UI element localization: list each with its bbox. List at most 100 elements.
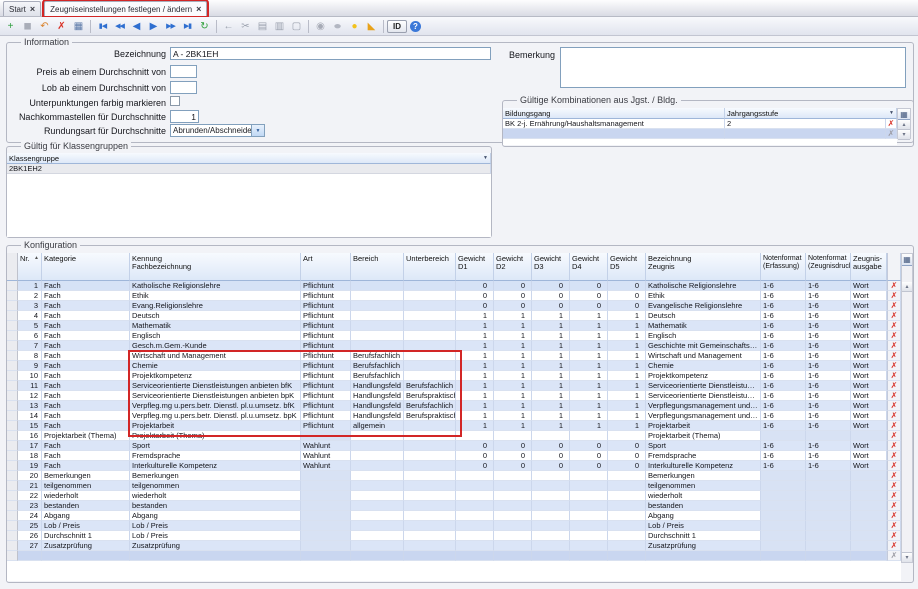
cell-g5[interactable]: 1 <box>608 421 646 431</box>
cell-art[interactable]: Pflichtunt <box>301 401 351 411</box>
row-handle[interactable] <box>7 451 18 461</box>
cell-nf_erf[interactable]: 1-6 <box>761 321 806 331</box>
cell-fach[interactable]: Zusatzprüfung <box>130 541 301 551</box>
cell-bez[interactable]: Katholische Religionslehre <box>646 281 761 291</box>
cell-g1[interactable] <box>456 481 494 491</box>
cell-unterbereich[interactable] <box>404 511 456 521</box>
cell-g4[interactable]: 0 <box>570 451 608 461</box>
cell-fach[interactable]: Serviceorientierte Dienstleistungen anbi… <box>130 381 301 391</box>
cell-bereich[interactable] <box>351 451 404 461</box>
cell-g4[interactable]: 1 <box>570 351 608 361</box>
cell-fach[interactable]: Ethik <box>130 291 301 301</box>
cell-nf_druck[interactable]: 1-6 <box>806 321 851 331</box>
last-record-icon[interactable]: ▶▮ <box>179 18 196 34</box>
cell-g2[interactable]: 0 <box>494 451 532 461</box>
cell-g5[interactable]: 1 <box>608 391 646 401</box>
column-header-bildungsgang[interactable]: Bildungsgang <box>503 108 725 119</box>
table-row[interactable]: 17FachSportWahlunt00000Sport1-61-6Wort✗ <box>7 441 901 451</box>
cell-nf_druck[interactable]: 1-6 <box>806 421 851 431</box>
cell-art[interactable]: Pflichtunt <box>301 301 351 311</box>
previous-record-icon[interactable]: ◀ <box>128 18 145 34</box>
cell-ausgabe[interactable]: Wort <box>851 441 887 451</box>
cell-g3[interactable] <box>532 551 570 561</box>
cell-ausgabe[interactable]: Wort <box>851 351 887 361</box>
cell-nr[interactable]: 14 <box>18 411 42 421</box>
copy-icon[interactable]: ▤ <box>254 18 271 34</box>
cell-g5[interactable] <box>608 511 646 521</box>
cell-g4[interactable]: 1 <box>570 371 608 381</box>
cell-nf_druck[interactable]: 1-6 <box>806 301 851 311</box>
delete-row-button[interactable]: ✗ <box>887 531 901 541</box>
cell-bereich[interactable] <box>351 291 404 301</box>
cell-nf_erf[interactable]: 1-6 <box>761 411 806 421</box>
row-handle[interactable] <box>7 411 18 421</box>
cell-g3[interactable] <box>532 511 570 521</box>
cell-nf_erf[interactable]: 1-6 <box>761 311 806 321</box>
cell-g2[interactable]: 1 <box>494 321 532 331</box>
cell-art[interactable]: Pflichtunt <box>301 391 351 401</box>
delete-row-button[interactable]: ✗ <box>887 471 901 481</box>
delete-row-button[interactable]: ✗ <box>887 481 901 491</box>
cell-fach[interactable]: Lob / Preis <box>130 521 301 531</box>
cell-nr[interactable]: 15 <box>18 421 42 431</box>
cell-nf_druck[interactable] <box>806 431 851 441</box>
cell-g5[interactable] <box>608 551 646 561</box>
cell-nf_erf[interactable]: 1-6 <box>761 391 806 401</box>
table-row[interactable]: 10FachProjektkompetenzPflichtuntBerufsfa… <box>7 371 901 381</box>
cell-unterbereich[interactable] <box>404 331 456 341</box>
cell-bez[interactable]: wiederholt <box>646 491 761 501</box>
cell-unterbereich[interactable] <box>404 321 456 331</box>
cell-bez[interactable]: Lob / Preis <box>646 521 761 531</box>
table-row[interactable]: 20BemerkungenBemerkungenBemerkungen✗ <box>7 471 901 481</box>
cell-kategorie[interactable]: Bemerkungen <box>42 471 130 481</box>
cell-nf_druck[interactable] <box>806 471 851 481</box>
cell-g3[interactable]: 1 <box>532 411 570 421</box>
cell-g3[interactable] <box>532 541 570 551</box>
cell-bereich[interactable] <box>351 441 404 451</box>
cell-ausgabe[interactable]: Wort <box>851 391 887 401</box>
cell-g1[interactable]: 0 <box>456 301 494 311</box>
cell-g3[interactable]: 0 <box>532 451 570 461</box>
cell-bereich[interactable]: allgemein <box>351 421 404 431</box>
cell-bez[interactable]: Chemie <box>646 361 761 371</box>
cell-art[interactable] <box>301 541 351 551</box>
cell-unterbereich[interactable] <box>404 501 456 511</box>
cell-g1[interactable] <box>456 501 494 511</box>
cell-fach[interactable]: Projektarbeit (Thema) <box>130 431 301 441</box>
cell-g4[interactable]: 1 <box>570 361 608 371</box>
cell-g3[interactable]: 0 <box>532 441 570 451</box>
cell-art[interactable]: Pflichtunt <box>301 361 351 371</box>
column-header-nr[interactable]: Nr.▲ <box>18 253 42 281</box>
cell-bez[interactable]: Projektarbeit <box>646 421 761 431</box>
table-row[interactable]: 12FachServiceorientierte Dienstleistunge… <box>7 391 901 401</box>
cell-unterbereich[interactable] <box>404 301 456 311</box>
cell-ausgabe[interactable] <box>851 551 887 561</box>
grid-settings-button[interactable]: ▦ <box>902 254 912 266</box>
cell-nr[interactable]: 26 <box>18 531 42 541</box>
delete-row-button[interactable]: ✗ <box>887 511 901 521</box>
cell-art[interactable] <box>301 531 351 541</box>
cell-bereich[interactable] <box>351 511 404 521</box>
cell-fach[interactable]: Abgang <box>130 511 301 521</box>
cell-kategorie[interactable]: Fach <box>42 421 130 431</box>
cell-bez[interactable]: Bemerkungen <box>646 471 761 481</box>
bemerkung-textarea[interactable] <box>560 47 906 88</box>
row-handle[interactable] <box>7 311 18 321</box>
cell-fach[interactable]: Chemie <box>130 361 301 371</box>
cell-g5[interactable]: 1 <box>608 361 646 371</box>
delete-row-button[interactable]: ✗ <box>887 501 901 511</box>
cell-g1[interactable] <box>456 511 494 521</box>
cell-g4[interactable]: 0 <box>570 441 608 451</box>
cell-ausgabe[interactable]: Wort <box>851 461 887 471</box>
cell-art[interactable]: Pflichtunt <box>301 291 351 301</box>
table-row[interactable]: ✗ <box>7 551 901 561</box>
cell-bildungsgang[interactable] <box>503 129 725 139</box>
cell-g1[interactable]: 1 <box>456 321 494 331</box>
delete-row-button[interactable]: ✗ <box>887 551 901 561</box>
cell-kategorie[interactable]: Fach <box>42 451 130 461</box>
cell-g5[interactable] <box>608 471 646 481</box>
cell-g1[interactable] <box>456 531 494 541</box>
row-handle[interactable] <box>7 291 18 301</box>
cell-bez[interactable]: Projektarbeit (Thema) <box>646 431 761 441</box>
cell-bereich[interactable] <box>351 461 404 471</box>
